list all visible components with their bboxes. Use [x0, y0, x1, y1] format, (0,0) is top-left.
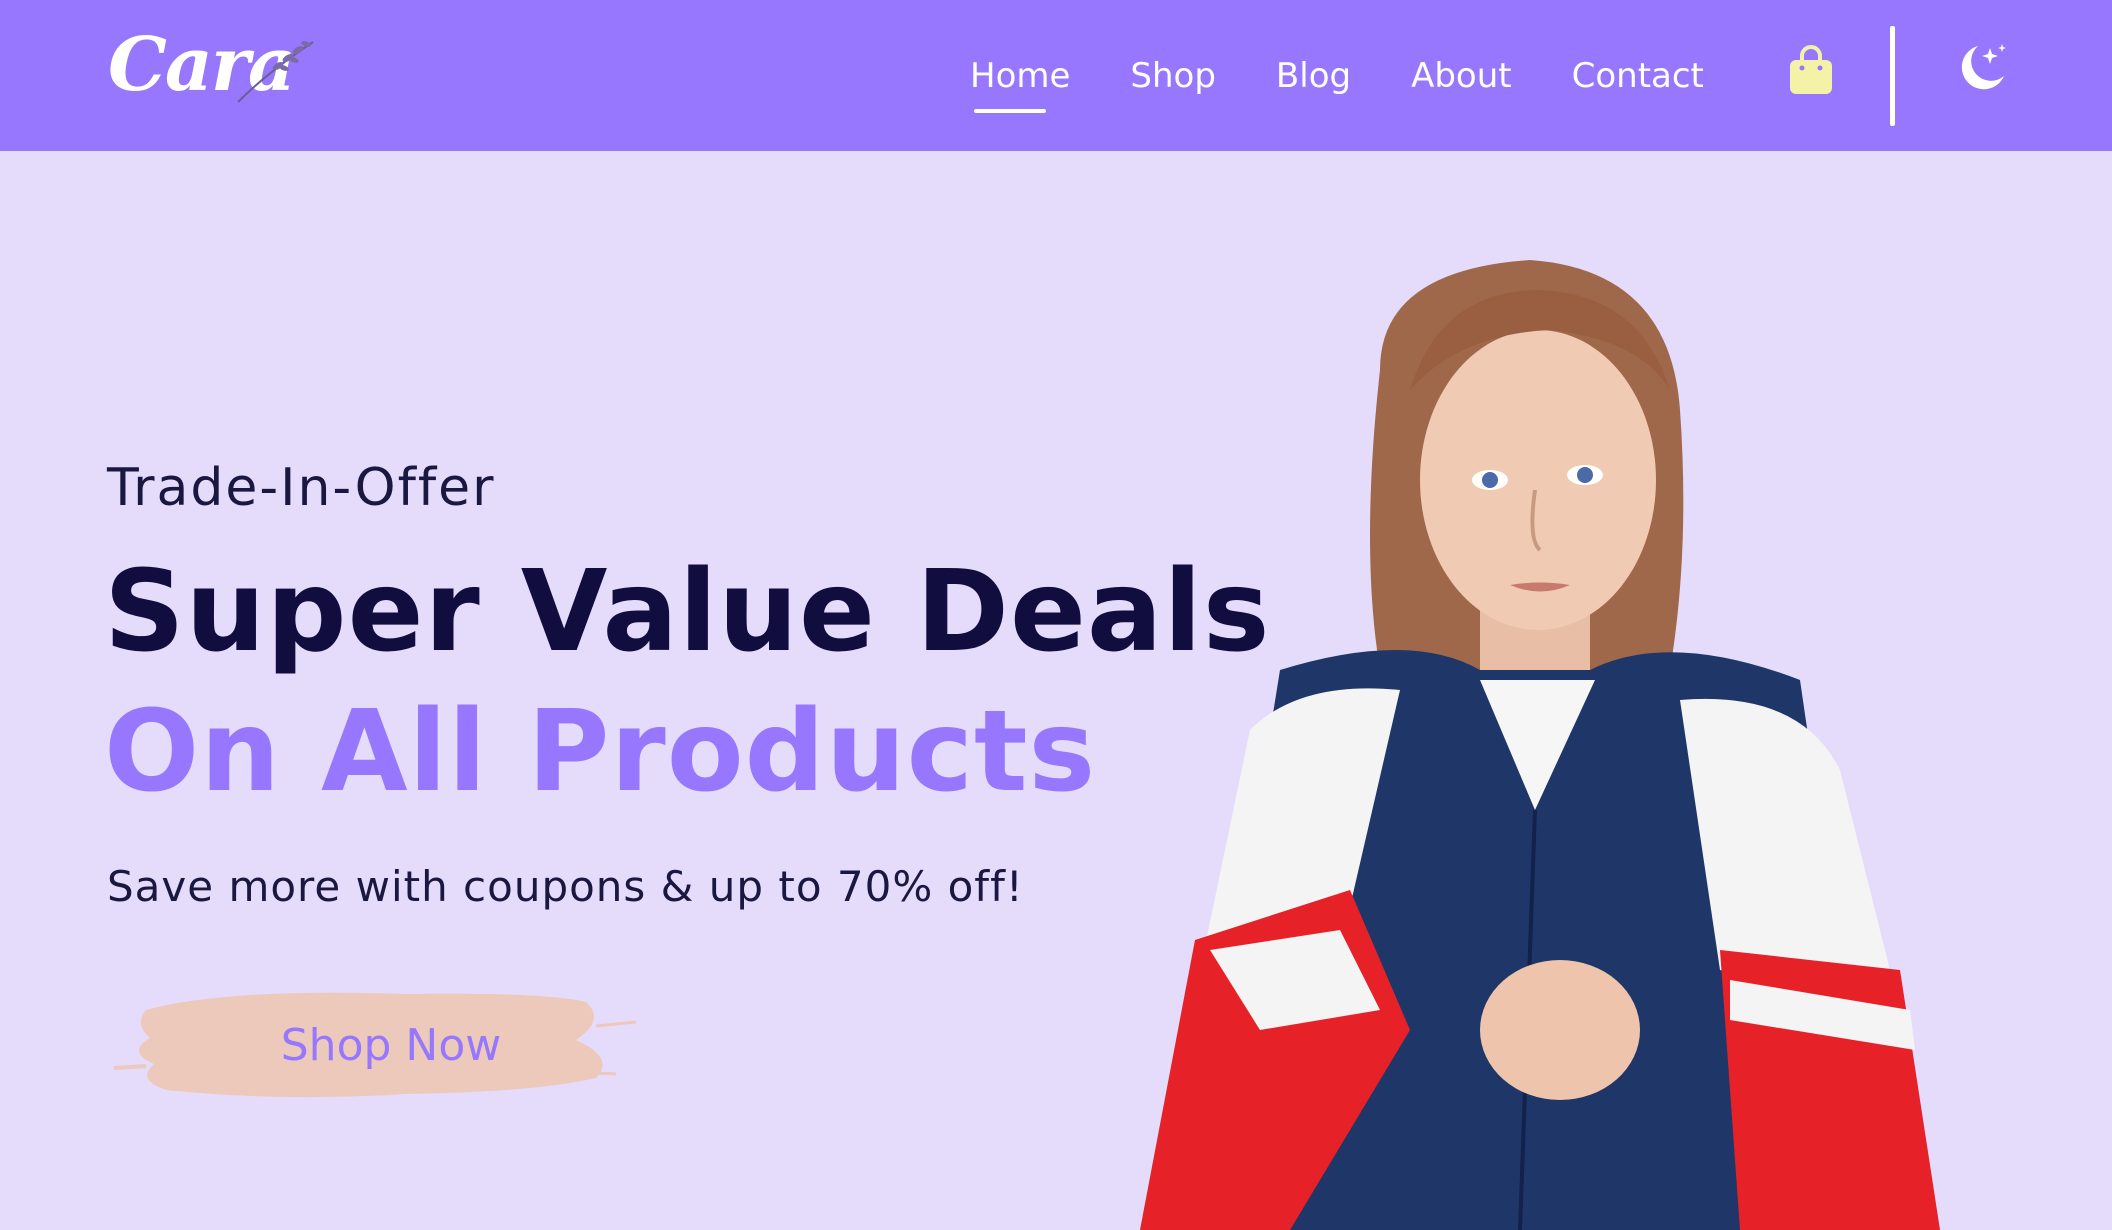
hero-description: Save more with coupons & up to 70% off!: [107, 862, 1024, 911]
main-nav: Home Shop Blog About Contact: [970, 0, 1704, 151]
nav-home[interactable]: Home: [970, 59, 1070, 113]
nav-shop[interactable]: Shop: [1130, 59, 1216, 93]
nav-blog[interactable]: Blog: [1276, 59, 1351, 93]
nav-about[interactable]: About: [1411, 59, 1512, 93]
shop-now-button[interactable]: Shop Now: [106, 980, 646, 1110]
logo[interactable]: Cara: [108, 22, 314, 122]
theme-toggle-button[interactable]: [1952, 40, 2010, 98]
hero-highlight: On All Products: [104, 687, 1097, 817]
nav-contact[interactable]: Contact: [1572, 59, 1704, 93]
hero-subtitle: Trade-In-Offer: [107, 458, 496, 518]
shop-now-label: Shop Now: [280, 1019, 502, 1071]
site-header: Cara Home Shop Blog About Contact: [0, 0, 2112, 151]
cart-button[interactable]: [1788, 44, 1834, 96]
shopping-bag-icon: [1790, 45, 1832, 94]
lavender-sprig-icon: [237, 41, 314, 103]
model-photo: [1140, 260, 1940, 1230]
header-divider: [1890, 26, 1895, 126]
moon-stars-icon: [1961, 44, 2006, 90]
